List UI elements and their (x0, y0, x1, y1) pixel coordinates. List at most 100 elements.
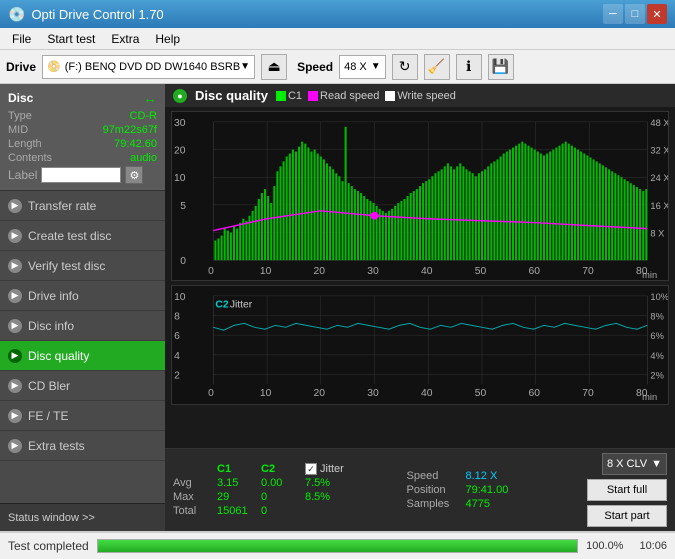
menu-help[interactable]: Help (147, 30, 188, 48)
c1-text: C1 (288, 90, 302, 102)
disc-arrow-btn[interactable]: ↔ (143, 90, 157, 106)
main-content: Disc ↔ Type CD-R MID 97m22s67f Length 79… (0, 84, 675, 531)
drivebar: Drive 📀 (F:) BENQ DVD DD DW1640 BSRB ▼ ⏏… (0, 50, 675, 84)
svg-text:8%: 8% (650, 312, 663, 322)
titlebar-controls: ─ □ ✕ (603, 4, 667, 24)
close-button[interactable]: ✕ (647, 4, 667, 24)
status-window-button[interactable]: Status window >> (0, 503, 165, 531)
sidebar-item-verify-test-disc[interactable]: ▶ Verify test disc (0, 251, 165, 281)
speed-label: Speed (407, 470, 462, 482)
avg-jitter: 7.5% (305, 477, 345, 489)
disc-title: Disc (8, 91, 33, 105)
svg-text:10: 10 (260, 388, 272, 399)
svg-text:30: 30 (367, 388, 379, 399)
legend-read: Read speed (308, 90, 379, 102)
max-c1: 29 (217, 491, 257, 503)
extra-tests-icon: ▶ (8, 439, 22, 453)
sidebar-item-extra-tests[interactable]: ▶ Extra tests (0, 431, 165, 461)
svg-text:10%: 10% (650, 292, 668, 302)
speed-mode-selector[interactable]: 8 X CLV ▼ (602, 453, 667, 475)
status-window-label: Status window >> (8, 512, 95, 524)
svg-text:50: 50 (475, 388, 487, 399)
speed-dropdown-arrow[interactable]: ▼ (371, 61, 381, 72)
fe-te-icon: ▶ (8, 409, 22, 423)
label-gear-button[interactable]: ⚙ (125, 166, 143, 184)
transfer-rate-icon: ▶ (8, 199, 22, 213)
stats-bar: C1 C2 ✓ Jitter Avg 3.15 0.00 7.5% Max 29 (165, 448, 675, 531)
jitter-check[interactable]: ✓ Jitter (305, 463, 344, 475)
disc-quality-header-icon: ● (173, 89, 187, 103)
legend-c1: C1 (276, 90, 302, 102)
read-dot (308, 91, 318, 101)
label-input[interactable] (41, 167, 121, 183)
menu-file[interactable]: File (4, 30, 39, 48)
progress-bar-fill (98, 540, 577, 552)
sidebar-item-cd-bler[interactable]: ▶ CD Bler (0, 371, 165, 401)
legend: C1 Read speed Write speed (276, 90, 456, 102)
progress-percent: 100.0% (586, 540, 623, 552)
svg-text:10: 10 (174, 292, 186, 303)
c2-header: C2 (261, 463, 301, 475)
svg-text:10: 10 (260, 266, 272, 277)
titlebar-left: 💿 Opti Drive Control 1.70 (8, 6, 164, 23)
speed-selector[interactable]: 48 X ▼ (339, 55, 386, 79)
max-jitter: 8.5% (305, 491, 345, 503)
sidebar-item-disc-info[interactable]: ▶ Disc info (0, 311, 165, 341)
write-dot (385, 91, 395, 101)
eject-button[interactable]: ⏏ (261, 54, 287, 80)
drive-dropdown-arrow[interactable]: ▼ (240, 61, 250, 72)
progress-bar (97, 539, 578, 553)
start-full-button[interactable]: Start full (587, 479, 667, 501)
speed-value: 48 X (344, 61, 367, 73)
disc-quality-icon: ▶ (8, 349, 22, 363)
save-button[interactable]: 💾 (488, 54, 514, 80)
maximize-button[interactable]: □ (625, 4, 645, 24)
jitter-checkbox[interactable]: ✓ (305, 463, 317, 475)
refresh-button[interactable]: ↻ (392, 54, 418, 80)
drive-value: (F:) BENQ DVD DD DW1640 BSRB (65, 61, 240, 73)
read-text: Read speed (320, 90, 379, 102)
sidebar-item-create-test-disc[interactable]: ▶ Create test disc (0, 221, 165, 251)
svg-text:40: 40 (421, 266, 433, 277)
elapsed-time: 10:06 (639, 540, 667, 552)
sidebar-item-fe-te[interactable]: ▶ FE / TE (0, 401, 165, 431)
sidebar-menu: ▶ Transfer rate ▶ Create test disc ▶ Ver… (0, 191, 165, 503)
svg-text:8: 8 (174, 312, 180, 323)
status-text: Test completed (8, 539, 89, 553)
drive-info-icon: ▶ (8, 289, 22, 303)
svg-text:48 X: 48 X (650, 118, 668, 128)
app-title: Opti Drive Control 1.70 (31, 7, 163, 22)
speed-mode-arrow[interactable]: ▼ (651, 458, 662, 470)
erase-button[interactable]: 🧹 (424, 54, 450, 80)
type-label: Type (8, 110, 32, 122)
write-text: Write speed (397, 90, 456, 102)
c2-chart-svg: 10 8 6 4 2 0 10 20 30 40 50 60 70 80 min (172, 286, 668, 404)
svg-text:10: 10 (174, 173, 186, 184)
drive-label: Drive (6, 60, 36, 74)
svg-text:40: 40 (421, 388, 433, 399)
c2-chart: 10 8 6 4 2 0 10 20 30 40 50 60 70 80 min (171, 285, 669, 405)
total-c2: 0 (261, 505, 301, 517)
verify-test-disc-label: Verify test disc (28, 259, 105, 273)
svg-text:8 X: 8 X (650, 229, 664, 239)
sidebar-item-transfer-rate[interactable]: ▶ Transfer rate (0, 191, 165, 221)
mid-label: MID (8, 124, 28, 136)
svg-text:24 X: 24 X (650, 173, 668, 183)
total-c1: 15061 (217, 505, 257, 517)
samples-label: Samples (407, 498, 462, 510)
start-part-button[interactable]: Start part (587, 505, 667, 527)
svg-text:60: 60 (529, 266, 541, 277)
menu-extra[interactable]: Extra (103, 30, 147, 48)
sidebar-item-drive-info[interactable]: ▶ Drive info (0, 281, 165, 311)
disc-panel: Disc ↔ Type CD-R MID 97m22s67f Length 79… (0, 84, 165, 191)
info-button[interactable]: ℹ (456, 54, 482, 80)
svg-text:5: 5 (180, 201, 186, 212)
disc-quality-label: Disc quality (28, 349, 89, 363)
sidebar-item-disc-quality[interactable]: ▶ Disc quality (0, 341, 165, 371)
max-c2: 0 (261, 491, 301, 503)
menu-start-test[interactable]: Start test (39, 30, 103, 48)
disc-info-label: Disc info (28, 319, 74, 333)
minimize-button[interactable]: ─ (603, 4, 623, 24)
drive-selector[interactable]: 📀 (F:) BENQ DVD DD DW1640 BSRB ▼ (42, 55, 255, 79)
fe-te-label: FE / TE (28, 409, 68, 423)
